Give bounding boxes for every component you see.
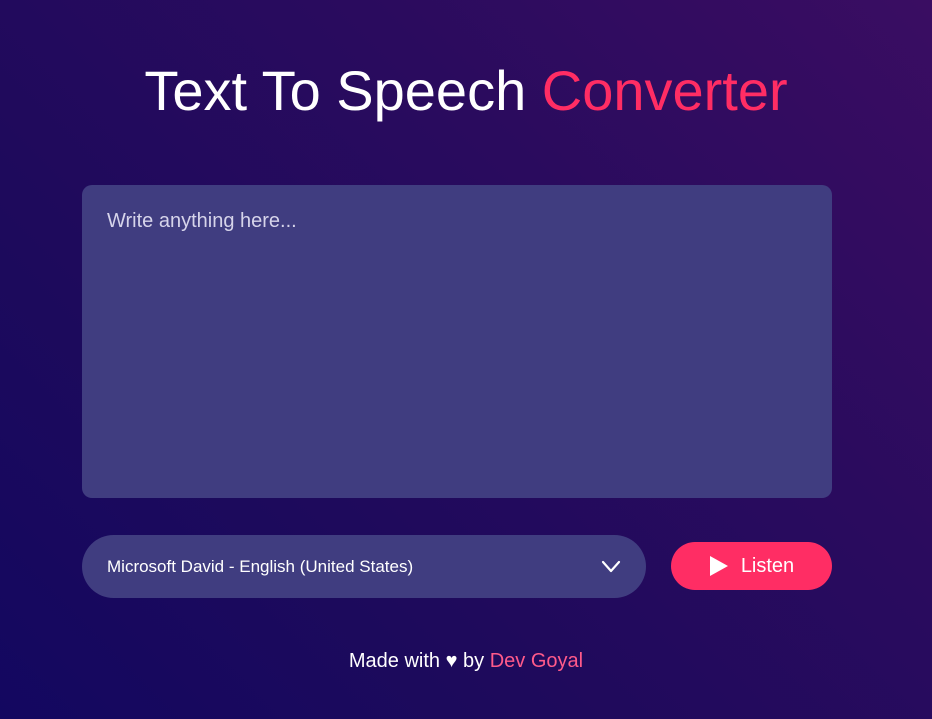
title-accent: Converter bbox=[541, 59, 788, 122]
chevron-down-icon bbox=[601, 560, 621, 573]
play-icon bbox=[709, 556, 728, 576]
listen-button-label: Listen bbox=[740, 554, 795, 577]
voice-select[interactable]: Microsoft David - English (United States… bbox=[82, 535, 646, 598]
controls-row: Microsoft David - English (United States… bbox=[82, 535, 832, 598]
listen-button[interactable]: Listen bbox=[671, 542, 832, 590]
footer-prefix: Made with bbox=[348, 650, 441, 672]
author-link[interactable]: Dev Goyal bbox=[490, 650, 583, 672]
title-main: Text To Speech bbox=[144, 59, 527, 122]
text-input-panel bbox=[82, 185, 832, 498]
voice-select-value: Microsoft David - English (United States… bbox=[107, 556, 414, 576]
text-input[interactable] bbox=[82, 185, 832, 498]
footer-by: by bbox=[463, 650, 485, 672]
heart-icon: ♥ bbox=[445, 650, 458, 672]
footer-credit: Made with ♥ by Dev Goyal bbox=[0, 649, 932, 673]
page-title: Text To Speech Converter bbox=[0, 58, 932, 124]
